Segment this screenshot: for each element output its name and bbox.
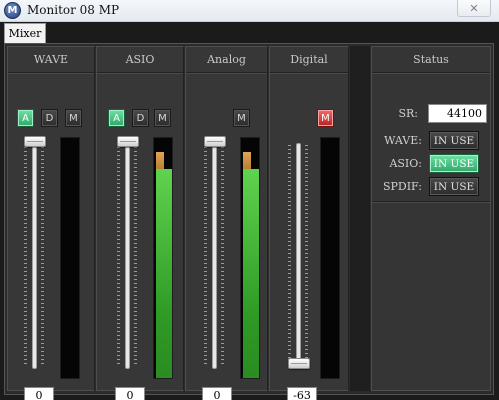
channel-strip-digital: Digital M -63 xyxy=(269,46,349,400)
sample-rate-label: SR: xyxy=(398,107,418,120)
fader-track[interactable] xyxy=(296,143,301,369)
tab-mixer[interactable]: Mixer xyxy=(4,23,46,43)
close-button[interactable]: ✕ xyxy=(457,0,491,17)
mixer-panel: WAVE A D M 0 ASIO A D M 0 Analog M 0 Dig… xyxy=(4,43,494,400)
meter-level-bar xyxy=(243,169,251,378)
asio-status-label: ASIO: xyxy=(389,157,422,170)
meter-level-bar xyxy=(156,169,164,378)
fader-scale xyxy=(204,139,207,367)
client-area: Mixer WAVE A D M 0 ASIO A D M 0 Analog M… xyxy=(0,22,499,400)
mute-button[interactable]: M xyxy=(317,109,334,127)
title-bar: M Monitor 08 MP ✕ xyxy=(0,0,499,22)
channel-label: Analog xyxy=(186,47,267,73)
status-divider xyxy=(372,201,490,202)
direct-button[interactable]: D xyxy=(41,109,58,127)
attach-button[interactable]: A xyxy=(17,109,34,127)
app-logo-icon: M xyxy=(4,2,21,19)
fader-scale xyxy=(221,139,224,367)
channel-label: WAVE xyxy=(8,47,94,73)
meter-level-bar xyxy=(251,169,259,378)
meter-level-bar xyxy=(164,169,172,378)
channel-strip-asio: ASIO A D M 0 xyxy=(96,46,184,400)
meter-peak-marker xyxy=(243,152,251,170)
level-meter xyxy=(60,137,80,379)
fader-track[interactable] xyxy=(32,137,37,369)
window-title: Monitor 08 MP xyxy=(27,3,120,17)
fader-handle[interactable] xyxy=(204,136,226,147)
mute-button[interactable]: M xyxy=(233,109,250,127)
tab-strip: Mixer xyxy=(0,22,499,43)
level-meter xyxy=(153,137,173,379)
level-meter xyxy=(240,137,260,379)
fader-value[interactable]: 0 xyxy=(115,387,145,400)
spdif-status-indicator: IN USE xyxy=(429,177,479,196)
status-panel: Status SR: 44100 WAVE: IN USE ASIO: IN U… xyxy=(371,46,491,391)
fader-scale xyxy=(305,145,308,367)
channel-strip-wave: WAVE A D M 0 xyxy=(7,46,95,400)
attach-button[interactable]: A xyxy=(108,109,125,127)
fader-scale xyxy=(117,139,120,367)
level-meter xyxy=(320,137,340,379)
fader-track[interactable] xyxy=(125,137,130,369)
mute-button[interactable]: M xyxy=(154,109,171,127)
channel-label: ASIO xyxy=(97,47,183,73)
fader-value[interactable]: 0 xyxy=(202,387,232,400)
channel-strip-analog: Analog M 0 xyxy=(185,46,268,400)
fader-value[interactable]: -63 xyxy=(287,387,317,400)
fader-value[interactable]: 0 xyxy=(24,387,54,400)
fader-handle[interactable] xyxy=(117,136,139,147)
status-title: Status xyxy=(372,47,490,73)
direct-button[interactable]: D xyxy=(132,109,149,127)
sample-rate-field[interactable]: 44100 xyxy=(428,104,487,123)
panel-separator xyxy=(350,46,370,391)
wave-status-label: WAVE: xyxy=(384,134,422,147)
wave-status-indicator: IN USE xyxy=(429,131,479,150)
fader-track[interactable] xyxy=(212,137,217,369)
fader-scale xyxy=(24,139,27,367)
fader-handle[interactable] xyxy=(24,136,46,147)
spdif-status-label: SPDIF: xyxy=(382,180,422,193)
fader-scale xyxy=(134,139,137,367)
channel-label: Digital xyxy=(270,47,348,73)
fader-scale xyxy=(288,145,291,367)
fader-handle[interactable] xyxy=(288,358,310,369)
meter-peak-marker xyxy=(156,152,164,170)
fader-scale xyxy=(41,139,44,367)
asio-status-indicator: IN USE xyxy=(429,154,479,173)
mute-button[interactable]: M xyxy=(65,109,82,127)
